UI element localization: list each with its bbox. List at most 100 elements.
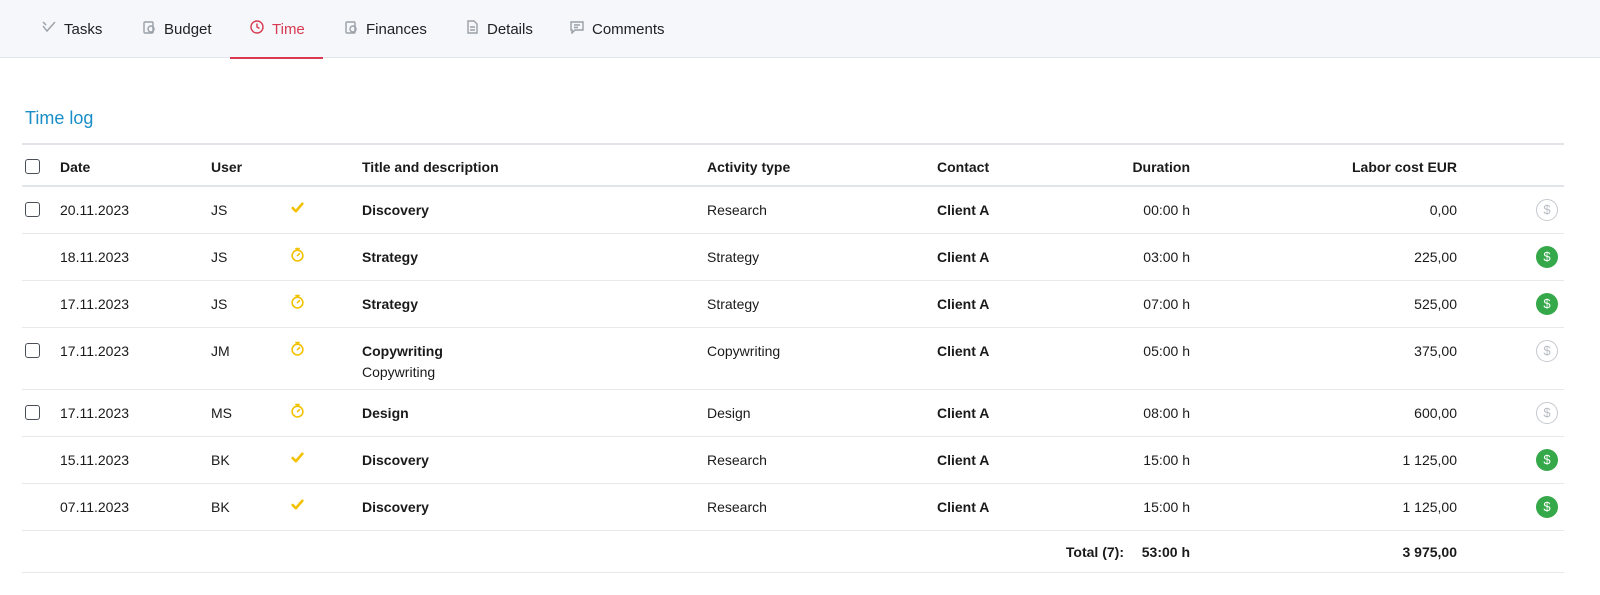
dollar-icon: $ xyxy=(1536,449,1558,471)
billing-status-icon[interactable]: $ xyxy=(1536,449,1558,471)
total-row: Total (7): 53:00 h 3 975,00 xyxy=(22,531,1564,573)
tab-bar: Tasks Budget Time Finances Details Comme… xyxy=(0,0,1600,59)
tab-time[interactable]: Time xyxy=(230,0,323,59)
time-log-table: Date User Title and description Activity… xyxy=(22,143,1564,573)
row-user: BK xyxy=(211,499,230,515)
row-labor-cost: 225,00 xyxy=(1414,249,1457,265)
row-date: 15.11.2023 xyxy=(60,452,130,468)
row-duration: 03:00 h xyxy=(1143,249,1190,265)
row-date: 20.11.2023 xyxy=(60,202,130,218)
row-duration: 08:00 h xyxy=(1143,405,1190,421)
row-title: Discovery xyxy=(362,499,429,515)
row-labor-cost: 0,00 xyxy=(1429,202,1457,218)
table-row[interactable]: 18.11.2023 JS Strategy Strategy Client A 03:0… xyxy=(22,234,1564,281)
table-row[interactable]: 20.11.2023 JS Discovery Research Client A 00:… xyxy=(22,187,1564,234)
select-all-checkbox[interactable] xyxy=(25,159,40,177)
comment-icon xyxy=(570,20,584,38)
row-labor-cost: 1 125,00 xyxy=(1402,452,1458,468)
total-duration: 53:00 h xyxy=(1141,544,1190,560)
row-labor-cost: 1 125,00 xyxy=(1402,499,1458,515)
column-header-contact[interactable]: Contact xyxy=(937,145,989,189)
row-checkbox[interactable] xyxy=(25,405,40,424)
table-row[interactable]: 17.11.2023 JM Copywriting Copywriting Copywr… xyxy=(22,328,1564,390)
row-title-cell[interactable]: Design xyxy=(362,404,409,422)
row-duration: 15:00 h xyxy=(1143,499,1190,515)
total-labor-cost: 3 975,00 xyxy=(1402,544,1458,560)
dollar-icon: $ xyxy=(1536,402,1558,424)
document-icon xyxy=(465,20,479,38)
row-activity: Design xyxy=(707,405,751,421)
row-duration: 05:00 h xyxy=(1143,343,1190,359)
tab-comments[interactable]: Comments xyxy=(570,0,665,58)
row-title-cell[interactable]: Copywriting Copywriting xyxy=(362,342,443,381)
row-date: 17.11.2023 xyxy=(60,296,130,312)
billing-status-icon[interactable]: $ xyxy=(1536,293,1558,315)
column-header-title[interactable]: Title and description xyxy=(362,145,499,189)
row-activity: Strategy xyxy=(707,296,760,312)
row-user: JS xyxy=(211,249,228,265)
tab-finances[interactable]: Finances xyxy=(344,0,427,58)
row-checkbox[interactable] xyxy=(25,202,40,221)
row-title-cell[interactable]: Discovery xyxy=(362,498,429,516)
row-checkbox[interactable] xyxy=(25,343,40,362)
row-activity: Strategy xyxy=(707,249,760,265)
column-header-duration[interactable]: Duration xyxy=(1132,145,1190,189)
row-activity: Research xyxy=(707,499,767,515)
table-row[interactable]: 15.11.2023 BK Discovery Research Client A 15:… xyxy=(22,437,1564,484)
billing-status-icon[interactable]: $ xyxy=(1536,246,1558,268)
stopwatch-icon xyxy=(290,294,305,309)
dollar-icon: $ xyxy=(1536,340,1558,362)
row-description: Copywriting xyxy=(362,364,436,380)
tab-label: Time xyxy=(272,20,305,38)
billing-status-icon[interactable]: $ xyxy=(1536,402,1558,424)
active-tab-indicator xyxy=(230,57,323,59)
table-row[interactable]: 17.11.2023 MS Design Design Client A 08:00 h 6… xyxy=(22,390,1564,437)
billing-status-icon[interactable]: $ xyxy=(1536,340,1558,362)
approved-check-icon xyxy=(290,450,305,465)
row-contact[interactable]: Client A xyxy=(937,295,989,313)
tab-label: Finances xyxy=(366,20,427,38)
row-title-cell[interactable]: Strategy xyxy=(362,248,418,266)
row-title: Design xyxy=(362,405,409,421)
dollar-icon: $ xyxy=(1536,199,1558,221)
finances-icon xyxy=(344,20,358,38)
row-title-cell[interactable]: Discovery xyxy=(362,201,429,219)
check-icon xyxy=(42,20,56,38)
table-row[interactable]: 17.11.2023 JS Strategy Strategy Client A 07:0… xyxy=(22,281,1564,328)
row-title-cell[interactable]: Discovery xyxy=(362,451,429,469)
billing-status-icon[interactable]: $ xyxy=(1536,496,1558,518)
approved-check-icon xyxy=(290,200,305,215)
column-header-date[interactable]: Date xyxy=(60,145,90,189)
clock-icon xyxy=(250,20,264,38)
row-user: MS xyxy=(211,405,232,421)
row-date: 18.11.2023 xyxy=(60,249,130,265)
table-header: Date User Title and description Activity… xyxy=(22,143,1564,187)
row-title-cell[interactable]: Strategy xyxy=(362,295,418,313)
row-user: JM xyxy=(211,343,230,359)
tab-tasks[interactable]: Tasks xyxy=(42,0,102,58)
row-contact[interactable]: Client A xyxy=(937,342,989,360)
row-activity: Research xyxy=(707,452,767,468)
approved-check-icon xyxy=(290,497,305,512)
row-labor-cost: 375,00 xyxy=(1414,343,1457,359)
dollar-icon: $ xyxy=(1536,496,1558,518)
tab-details[interactable]: Details xyxy=(465,0,533,58)
table-row[interactable]: 07.11.2023 BK Discovery Research Client A 15:… xyxy=(22,484,1564,531)
row-date: 17.11.2023 xyxy=(60,405,130,421)
column-header-activity[interactable]: Activity type xyxy=(707,145,790,189)
dollar-icon: $ xyxy=(1536,246,1558,268)
stopwatch-icon xyxy=(290,403,305,418)
billing-status-icon[interactable]: $ xyxy=(1536,199,1558,221)
column-header-user[interactable]: User xyxy=(211,145,242,189)
column-header-labor-cost[interactable]: Labor cost EUR xyxy=(1352,145,1457,189)
row-contact[interactable]: Client A xyxy=(937,404,989,422)
row-user: JS xyxy=(211,296,228,312)
tab-budget[interactable]: Budget xyxy=(142,0,212,58)
row-contact[interactable]: Client A xyxy=(937,498,989,516)
row-contact[interactable]: Client A xyxy=(937,451,989,469)
tab-label: Details xyxy=(487,20,533,38)
tab-label: Comments xyxy=(592,20,665,38)
row-contact[interactable]: Client A xyxy=(937,248,989,266)
row-title: Copywriting xyxy=(362,343,443,359)
row-contact[interactable]: Client A xyxy=(937,201,989,219)
